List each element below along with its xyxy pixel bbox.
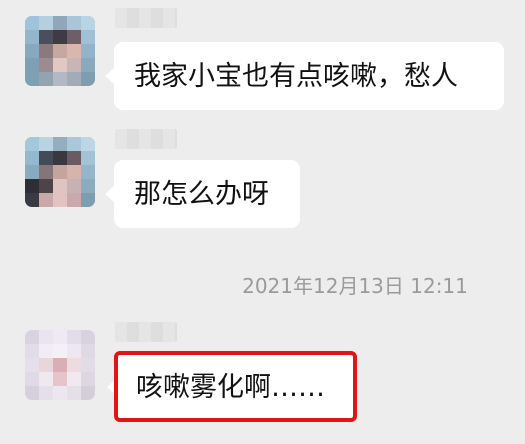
message-bubble[interactable]: 那怎么办呀 — [105, 160, 300, 228]
avatar[interactable] — [25, 137, 95, 207]
message-bubble[interactable]: 我家小宝也有点咳嗽，愁人 — [105, 42, 504, 110]
avatar[interactable] — [25, 330, 95, 400]
avatar[interactable] — [25, 16, 95, 86]
timestamp: 2021年12月13日 12:11 — [242, 274, 468, 298]
sender-name — [115, 322, 177, 342]
sender-name — [115, 129, 177, 149]
message-text: 那怎么办呀 — [134, 179, 269, 210]
highlight-box — [114, 351, 357, 422]
chat-area: 我家小宝也有点咳嗽，愁人 那怎么办呀 2021年12月13日 12:11 咳嗽雾… — [0, 0, 525, 444]
sender-name — [115, 8, 177, 28]
message-text: 我家小宝也有点咳嗽，愁人 — [134, 61, 458, 92]
